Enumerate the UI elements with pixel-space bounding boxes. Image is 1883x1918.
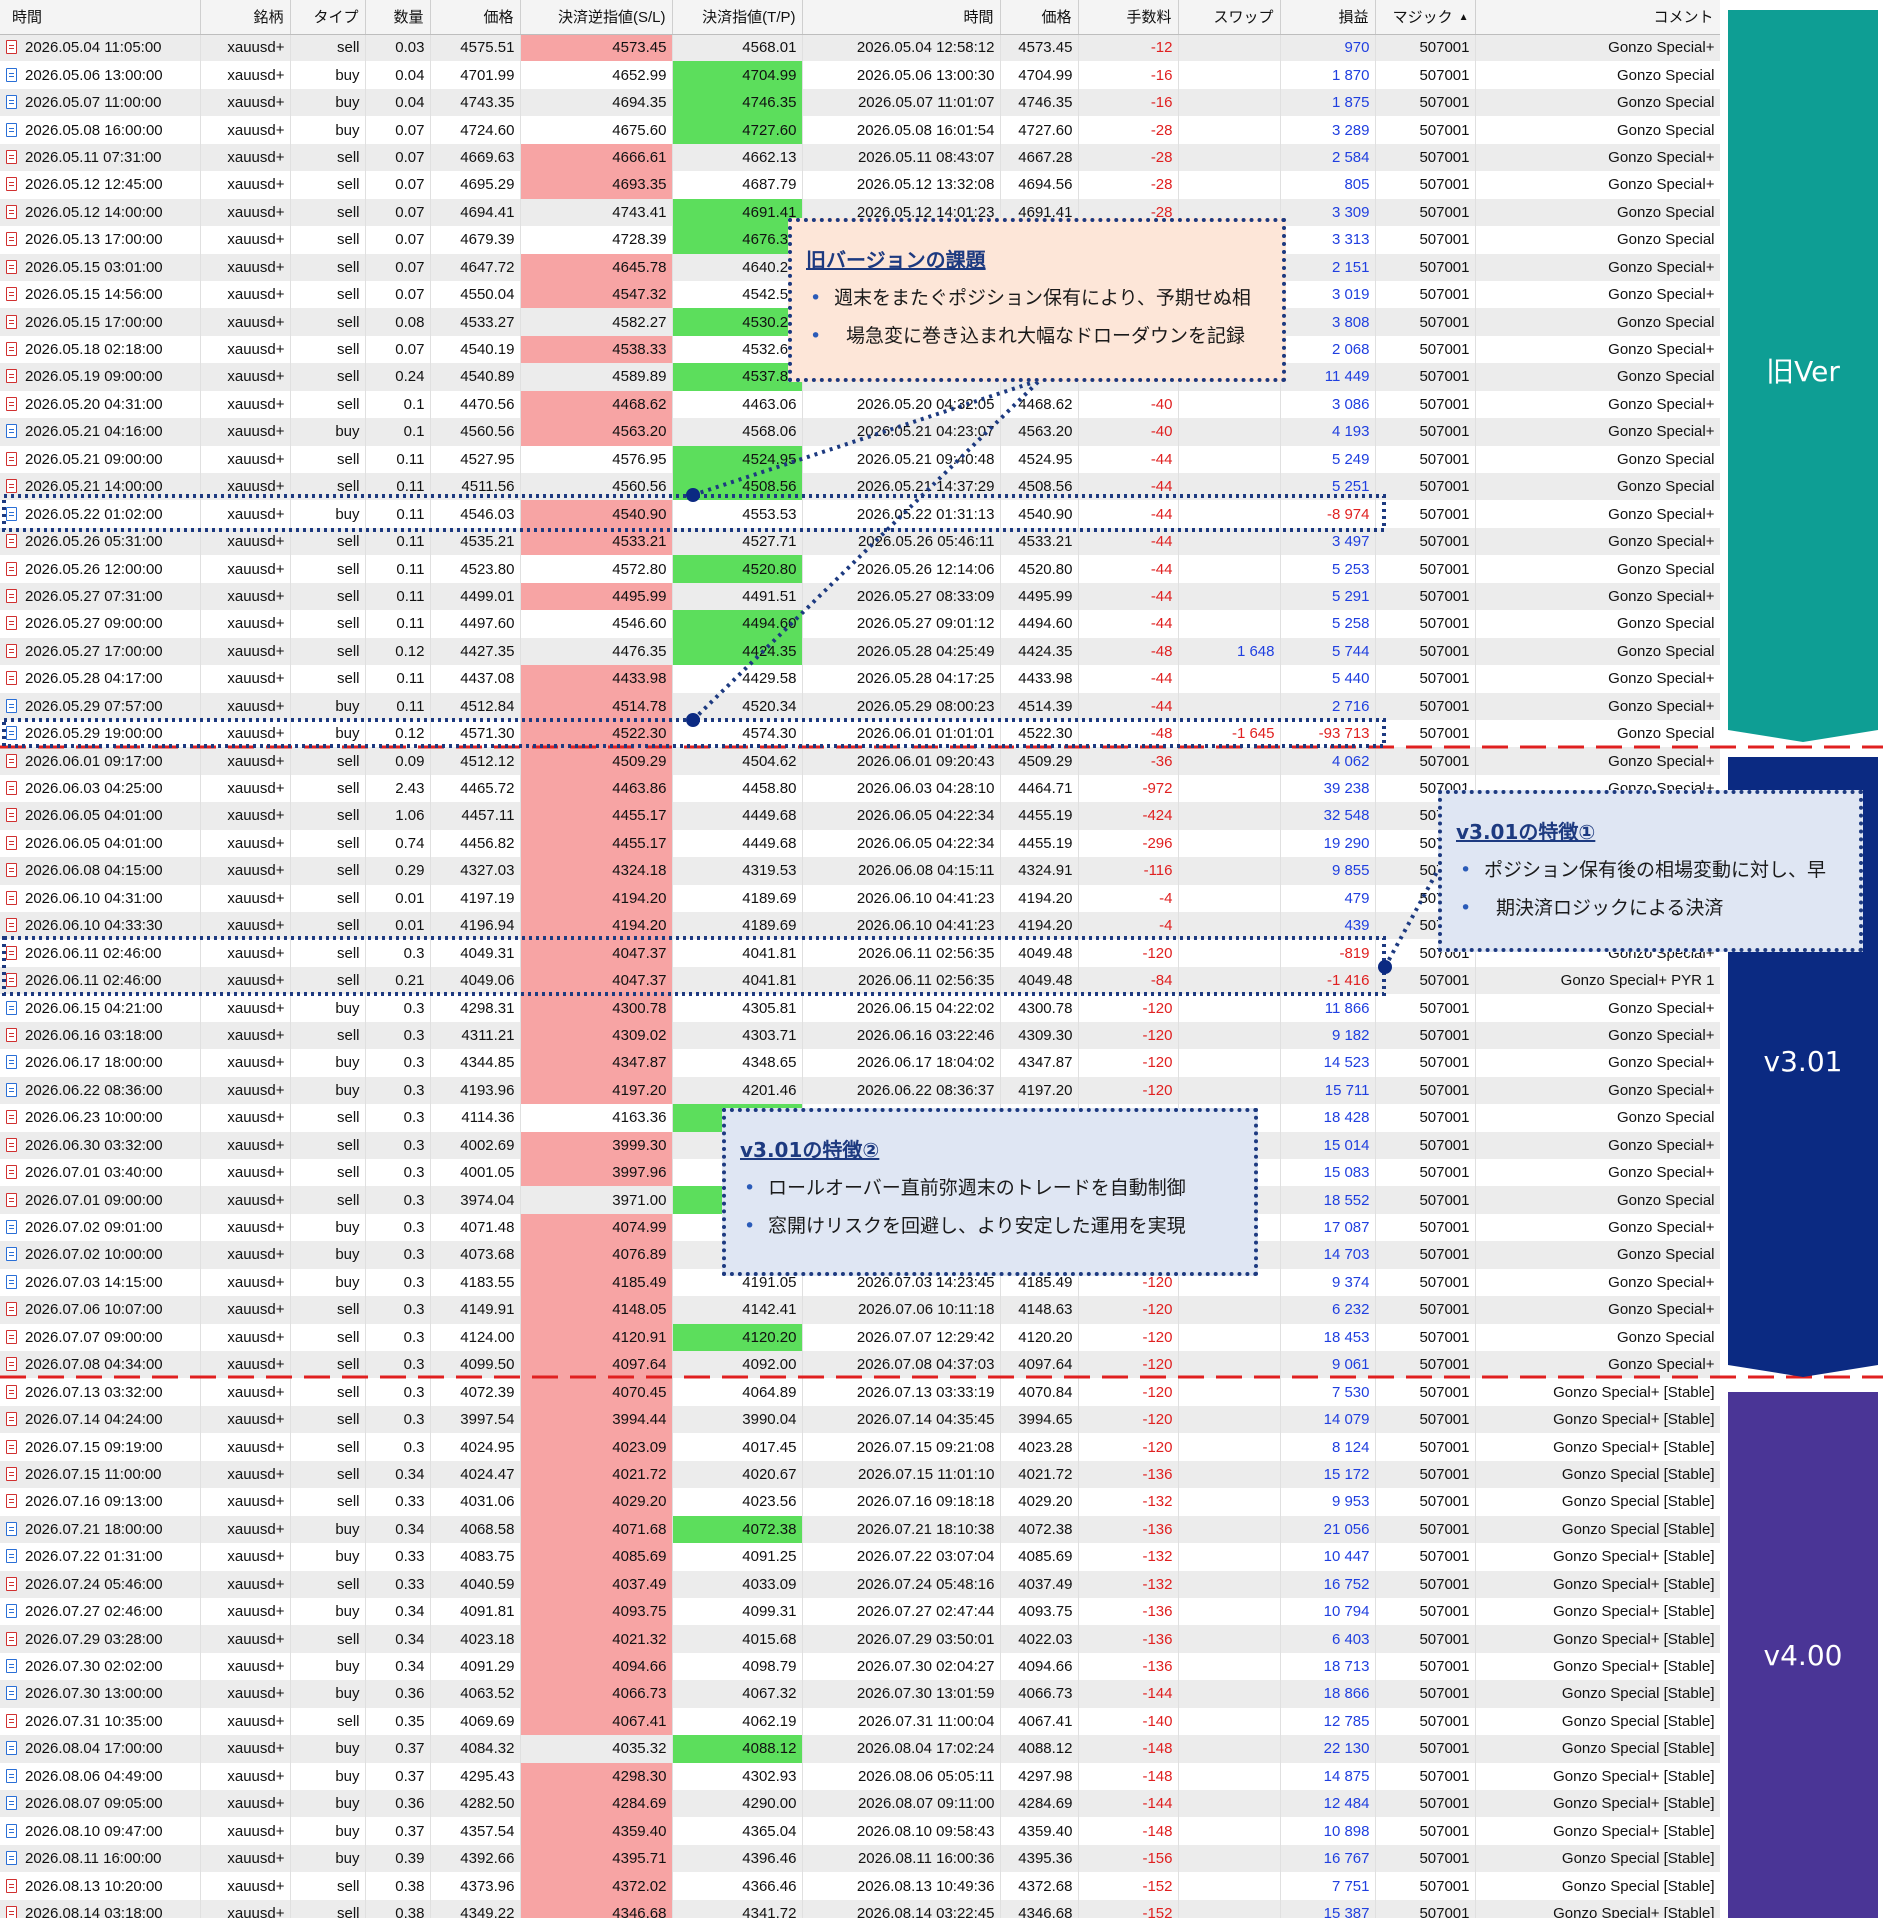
highlight-row-box-3 xyxy=(2,936,1386,996)
callout-v301b-bullet-2: 窓開けリスクを回避し、より安定した運用を実現 xyxy=(740,1207,1240,1245)
callout-v301b-bullets: ロールオーバー直前弥週末のトレードを自動制御 窓開けリスクを回避し、より安定した… xyxy=(740,1169,1240,1245)
callout-old-bullet-2: 場急変に巻き込まれ大幅なドローダウンを記録 xyxy=(806,317,1268,355)
connector-line-1 xyxy=(692,378,1041,497)
connector-dot-1 xyxy=(686,488,700,502)
connector-dot-2 xyxy=(686,713,700,727)
connector-dot-3 xyxy=(1378,960,1392,974)
callout-v301a-bullet-1: ポジション保有後の相場変動に対し、早 xyxy=(1456,851,1845,889)
connector-line-3 xyxy=(1383,869,1440,968)
callout-old-bullet-1: 週末をまたぐポジション保有により、予期せぬ相 xyxy=(806,279,1268,317)
panel-v400-label: v4.00 xyxy=(1763,1638,1843,1672)
callout-v301b-title: v3.01の特徴② xyxy=(740,1138,880,1162)
callout-v301a-title: v3.01の特徴① xyxy=(1456,820,1596,844)
callout-old-version: 旧バージョンの課題 週末をまたぐポジション保有により、予期せぬ相 場急変に巻き込… xyxy=(788,218,1286,382)
connector-line-2 xyxy=(691,378,1042,722)
callout-v301b-bullet-1: ロールオーバー直前弥週末のトレードを自動制御 xyxy=(740,1169,1240,1207)
callout-old-title: 旧バージョンの課題 xyxy=(806,248,986,272)
callout-v301a-bullets: ポジション保有後の相場変動に対し、早 期決済ロジックによる決済 xyxy=(1456,851,1845,927)
callout-old-bullets: 週末をまたぐポジション保有により、予期せぬ相 場急変に巻き込まれ大幅なドローダウ… xyxy=(806,279,1268,355)
callout-v301-feature-2: v3.01の特徴② ロールオーバー直前弥週末のトレードを自動制御 窓開けリスクを… xyxy=(722,1108,1258,1276)
panel-old-ver-label: 旧Ver xyxy=(1766,355,1840,388)
callout-v301a-bullet-2: 期決済ロジックによる決済 xyxy=(1456,889,1845,927)
callout-v301-feature-1: v3.01の特徴① ポジション保有後の相場変動に対し、早 期決済ロジックによる決… xyxy=(1438,790,1863,952)
